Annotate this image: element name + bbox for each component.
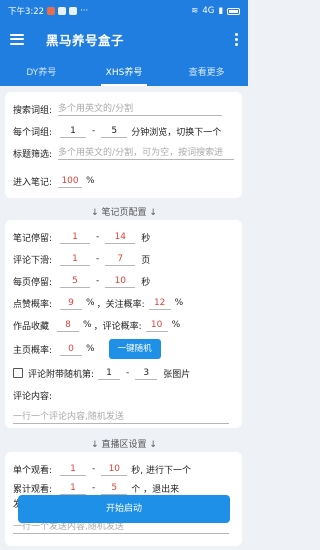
signal-icon: ▮	[218, 6, 223, 16]
menu-icon[interactable]	[10, 33, 24, 45]
app-title: 黑马养号盒子	[46, 32, 125, 48]
live-watch-label: 单个观看:	[13, 465, 53, 476]
start-button[interactable]: 开始启动	[18, 495, 230, 523]
per-word-suffix: 分钟浏览，切换下一个	[131, 127, 222, 138]
note-config-card: 笔记停留: 1 - 14 秒 评论下滑: 1 - 7 页 每页停留: 5 - 1…	[5, 220, 242, 428]
comment-content-label: 评论内容:	[13, 391, 53, 402]
note-config-heading: ↓ 笔记页配置 ↓	[91, 208, 157, 218]
more-notifications-icon: ···	[80, 6, 89, 16]
home-rate-label: 主页概率:	[13, 345, 53, 356]
comment-rate-input[interactable]: 10	[145, 318, 168, 332]
note-stay-label: 笔记停留:	[13, 233, 53, 244]
tab-bar: DY养号 XHS养号 查看更多	[0, 56, 248, 86]
comment-scroll-max-input[interactable]: 7	[105, 252, 136, 266]
per-word-label: 每个词组:	[13, 127, 53, 138]
enter-note-input[interactable]: 100	[58, 174, 83, 188]
collect-rate-input[interactable]: 8	[57, 318, 80, 332]
tab-more[interactable]: 查看更多	[165, 56, 248, 86]
per-word-max-input[interactable]: 5	[101, 124, 128, 138]
home-stay-label: 每页停留:	[13, 277, 53, 288]
like-rate-label: 点赞概率:	[13, 299, 53, 310]
signal-label: 4G	[202, 6, 215, 16]
random-button[interactable]: 一键随机	[108, 339, 161, 359]
live-total-max-input[interactable]: 5	[101, 481, 128, 495]
live-watch-max-input[interactable]: 10	[101, 462, 128, 476]
notification-icon	[58, 7, 67, 15]
enter-note-label: 进入笔记:	[13, 177, 53, 188]
title-filter-input[interactable]: 多个用英文的/分割，可为空，按词搜索进	[58, 146, 234, 160]
comment-image-max-input[interactable]: 3	[135, 366, 158, 380]
tab-dy[interactable]: DY养号	[0, 56, 83, 86]
status-bar: 下午3:22 ··· ≋ 4G ▮	[0, 0, 248, 22]
live-total-min-input[interactable]: 1	[60, 481, 87, 495]
status-time: 下午3:22	[8, 7, 45, 17]
comment-scroll-min-input[interactable]: 1	[60, 252, 91, 266]
comment-image-checkbox[interactable]	[13, 368, 23, 378]
notification-icon	[47, 7, 56, 15]
battery-icon	[227, 7, 240, 15]
search-settings-card: 搜索词组: 多个用英文的/分割 每个词组: 1 - 5 分钟浏览，切换下一个 标…	[5, 92, 242, 198]
tab-xhs[interactable]: XHS养号	[83, 56, 166, 86]
live-total-label: 累计观看:	[13, 484, 53, 495]
follow-rate-label: 关注概率:	[105, 299, 145, 310]
collect-rate-label: 作品收藏	[13, 321, 50, 332]
home-rate-input[interactable]: 0	[60, 342, 83, 356]
follow-rate-input[interactable]: 12	[148, 296, 171, 310]
per-word-min-input[interactable]: 1	[60, 124, 87, 138]
like-rate-input[interactable]: 9	[60, 296, 83, 310]
live-watch-min-input[interactable]: 1	[60, 462, 87, 476]
notification-icon	[69, 7, 78, 15]
title-filter-label: 标题筛选:	[13, 149, 53, 160]
home-stay-min-input[interactable]: 5	[60, 274, 91, 288]
note-stay-max-input[interactable]: 14	[105, 230, 136, 244]
comment-rate-label: 评论概率:	[102, 321, 142, 332]
search-label: 搜索词组:	[13, 105, 53, 116]
comment-scroll-label: 评论下滑:	[13, 255, 53, 266]
comment-image-min-input[interactable]: 1	[98, 366, 121, 380]
wifi-icon: ≋	[191, 6, 199, 16]
app-bar: 黑马养号盒子	[0, 22, 248, 56]
note-stay-min-input[interactable]: 1	[60, 230, 91, 244]
more-vert-icon[interactable]	[235, 32, 238, 46]
comment-image-label: 评论附带随机第:	[28, 369, 95, 380]
home-stay-max-input[interactable]: 10	[105, 274, 136, 288]
comment-content-input[interactable]: 一行一个评论内容,随机发送	[13, 410, 229, 424]
live-config-heading: ↓ 直播区设置 ↓	[91, 440, 157, 450]
search-input[interactable]: 多个用英文的/分割	[58, 102, 223, 116]
